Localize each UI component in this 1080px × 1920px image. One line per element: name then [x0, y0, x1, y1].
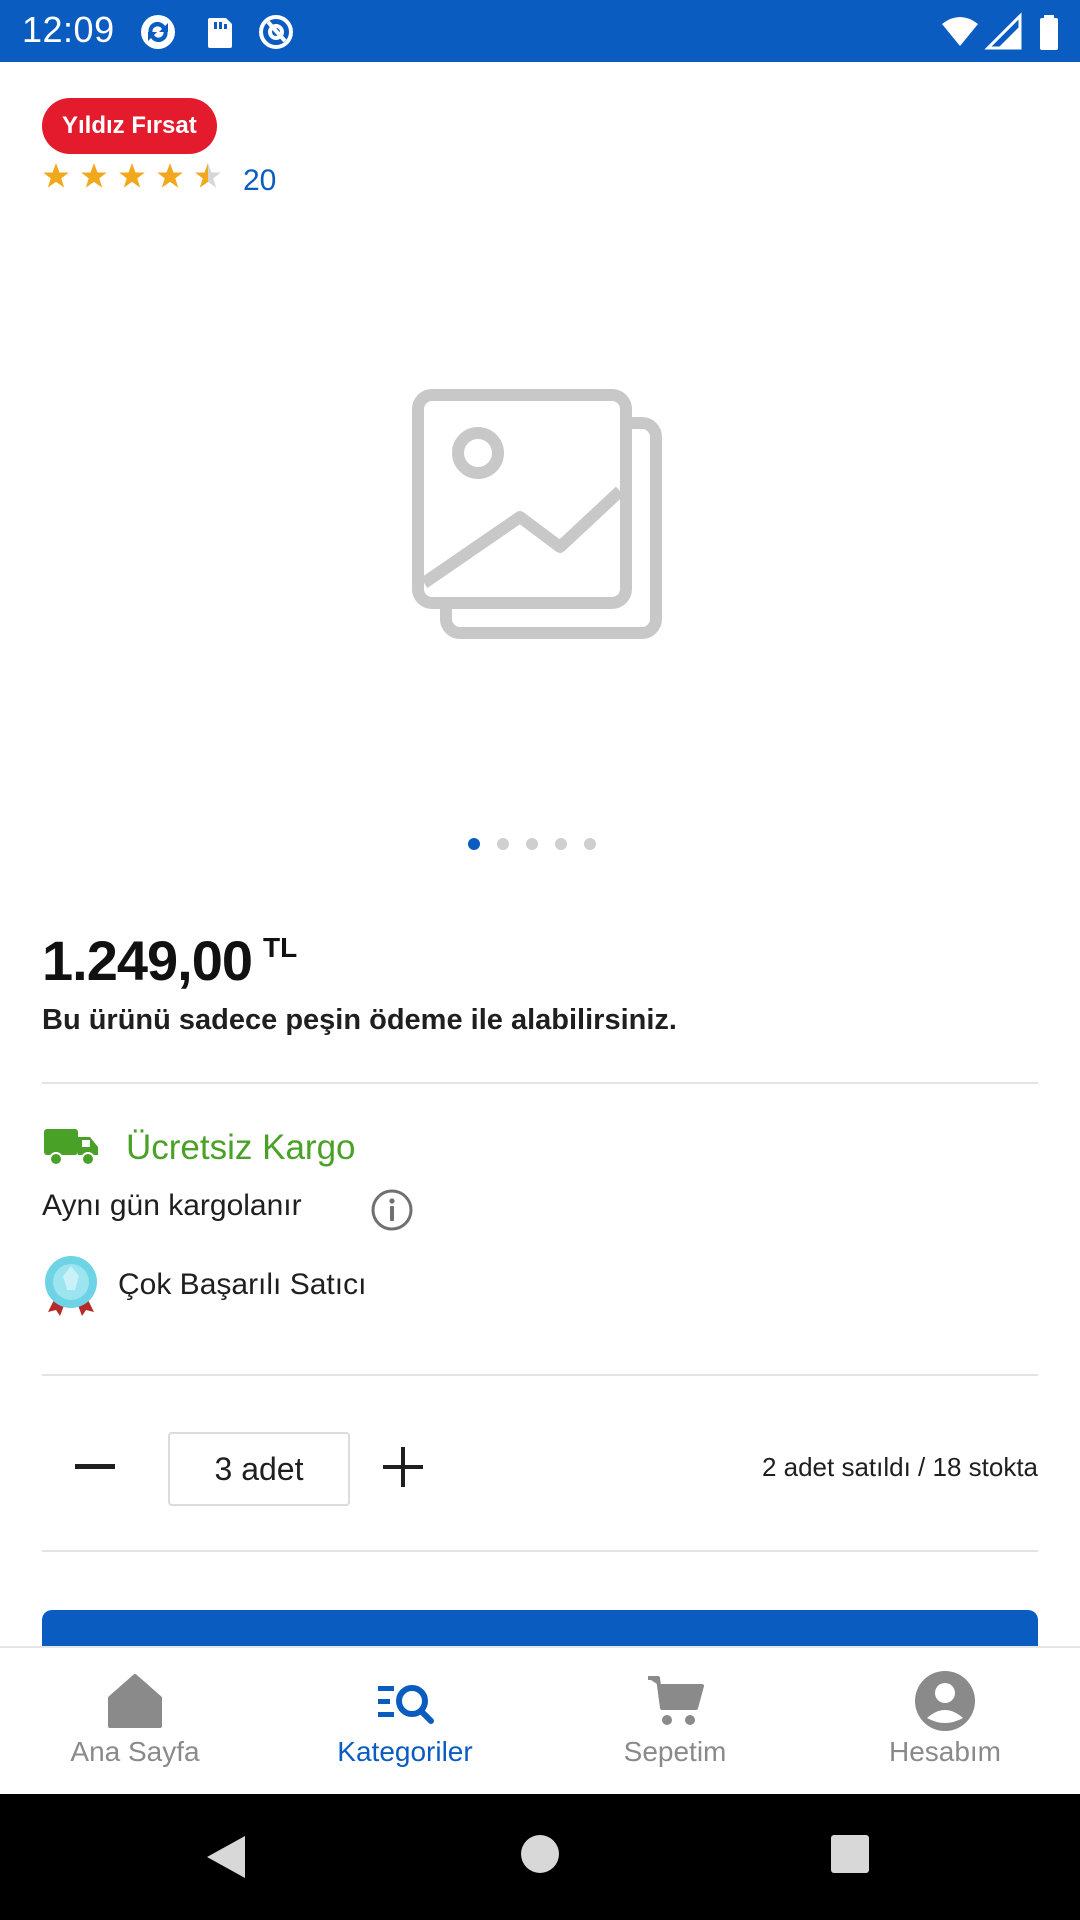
decrease-quantity-button[interactable]	[70, 1442, 120, 1492]
wifi-icon	[942, 17, 978, 46]
sync-app-icon	[141, 15, 175, 49]
minus-icon	[75, 1464, 115, 1469]
increase-quantity-button[interactable]	[378, 1442, 428, 1492]
half-star-icon	[195, 163, 221, 188]
status-time: 12:09	[22, 9, 115, 50]
nav-item-cart[interactable]: Sepetim	[540, 1648, 810, 1796]
system-navigation-bar	[0, 1794, 1080, 1920]
star-icon	[157, 163, 183, 188]
add-to-cart-button[interactable]	[42, 1610, 1038, 1646]
price-currency: TL	[263, 932, 298, 963]
sd-card-icon	[208, 18, 232, 48]
recents-icon[interactable]	[830, 1834, 870, 1874]
seller-badge-icon	[45, 1256, 97, 1316]
divider	[42, 1550, 1038, 1552]
nav-item-home[interactable]: Ana Sayfa	[0, 1648, 270, 1796]
divider	[42, 1374, 1038, 1376]
account-icon	[915, 1671, 975, 1731]
bottom-navigation: Ana Sayfa Kategoriler Sepetim Hesabım	[0, 1646, 1080, 1796]
nav-label: Sepetim	[623, 1736, 727, 1767]
pager-dot[interactable]	[555, 838, 567, 850]
battery-icon	[1040, 15, 1058, 50]
quantity-field[interactable]: 3 adet	[168, 1432, 350, 1506]
free-shipping-label: Ücretsiz Kargo	[126, 1128, 356, 1167]
star-icon	[119, 163, 145, 188]
divider	[42, 1082, 1038, 1084]
star-icon	[81, 163, 107, 188]
cart-icon	[648, 1676, 704, 1725]
product-image-placeholder-icon[interactable]	[410, 387, 670, 647]
cash-payment-note: Bu ürünü sadece peşin ödeme ile alabilir…	[42, 1004, 677, 1036]
nav-label: Hesabım	[888, 1736, 1002, 1767]
pager-dot-active[interactable]	[468, 838, 480, 850]
stock-info: 2 adet satıldı / 18 stokta	[761, 1452, 1038, 1482]
truck-icon	[44, 1129, 98, 1166]
pager-dot[interactable]	[584, 838, 596, 850]
categories-search-icon	[378, 1685, 434, 1724]
rating-count[interactable]: 20	[243, 164, 276, 198]
pager-dot[interactable]	[497, 838, 509, 850]
home-icon	[108, 1674, 162, 1728]
pager-dot[interactable]	[526, 838, 538, 850]
back-icon[interactable]	[205, 1834, 247, 1880]
info-icon[interactable]	[370, 1188, 414, 1232]
rating-stars[interactable]	[42, 162, 222, 190]
nav-item-categories[interactable]: Kategoriler	[270, 1648, 540, 1796]
plus-icon	[383, 1447, 423, 1487]
product-price: 1.249,00	[42, 929, 253, 992]
seller-rating-label: Çok Başarılı Satıcı	[118, 1268, 367, 1301]
star-icon	[43, 163, 69, 188]
nav-label: Kategoriler	[337, 1736, 473, 1767]
image-pager[interactable]	[468, 838, 596, 850]
same-day-shipping-label: Aynı gün kargolanır	[42, 1189, 302, 1222]
at-sign-icon	[259, 15, 293, 49]
cell-signal-icon	[984, 12, 1022, 50]
nav-label: Ana Sayfa	[70, 1736, 200, 1767]
status-bar: 12:09	[0, 0, 1080, 62]
deal-badge: Yıldız Fırsat	[42, 98, 217, 154]
nav-item-account[interactable]: Hesabım	[810, 1648, 1080, 1796]
home-circle-icon[interactable]	[520, 1834, 560, 1874]
product-detail: Yıldız Fırsat 20 1.249,00 TL Bu ürünü sa…	[0, 62, 1080, 1646]
